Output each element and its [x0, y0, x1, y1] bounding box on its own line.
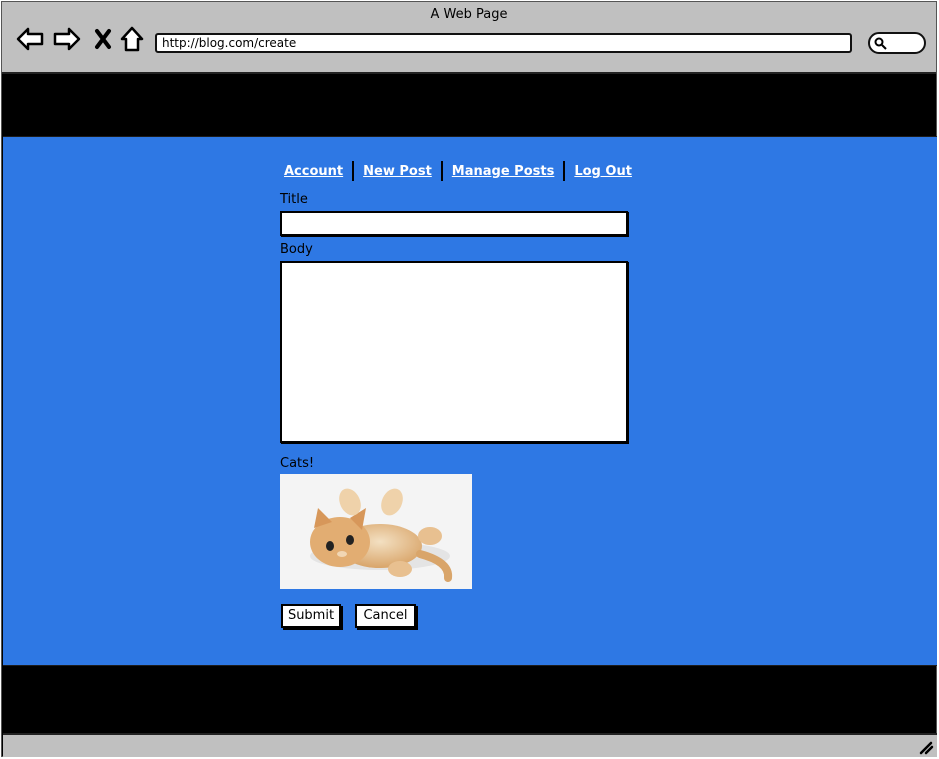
- window-title: A Web Page: [430, 7, 508, 22]
- url-bar[interactable]: http://blog.com/create: [155, 33, 852, 53]
- title-label: Title: [280, 192, 308, 207]
- nav-separator: [563, 161, 566, 181]
- search-field[interactable]: [868, 32, 926, 54]
- close-icon[interactable]: [88, 24, 118, 54]
- browser-chrome: A Web Page http://blog.com/create: [2, 2, 936, 74]
- page-content: Account New Post Manage Posts Log Out Ti…: [3, 136, 937, 666]
- nav-separator: [352, 161, 355, 181]
- resize-grip-icon[interactable]: [918, 739, 934, 755]
- status-bar: [3, 733, 937, 757]
- nav-menu: Account New Post Manage Posts Log Out: [283, 160, 633, 182]
- submit-button[interactable]: Submit: [281, 604, 341, 628]
- image-label: Cats!: [280, 456, 315, 471]
- search-icon: [874, 37, 887, 50]
- browser-window: A Web Page http://blog.com/create Accoun…: [1, 1, 937, 757]
- nav-link-account[interactable]: Account: [283, 164, 344, 179]
- body-label: Body: [280, 242, 313, 257]
- forward-arrow-icon[interactable]: [52, 24, 82, 54]
- body-textarea[interactable]: [280, 261, 628, 443]
- home-icon[interactable]: [117, 24, 147, 54]
- nav-link-log-out[interactable]: Log Out: [573, 164, 633, 179]
- title-input[interactable]: [280, 211, 628, 236]
- nav-link-manage-posts[interactable]: Manage Posts: [451, 164, 556, 179]
- cancel-button[interactable]: Cancel: [355, 604, 416, 628]
- cat-image: [280, 474, 472, 589]
- nav-link-new-post[interactable]: New Post: [362, 164, 433, 179]
- nav-separator: [440, 161, 443, 181]
- back-arrow-icon[interactable]: [15, 24, 45, 54]
